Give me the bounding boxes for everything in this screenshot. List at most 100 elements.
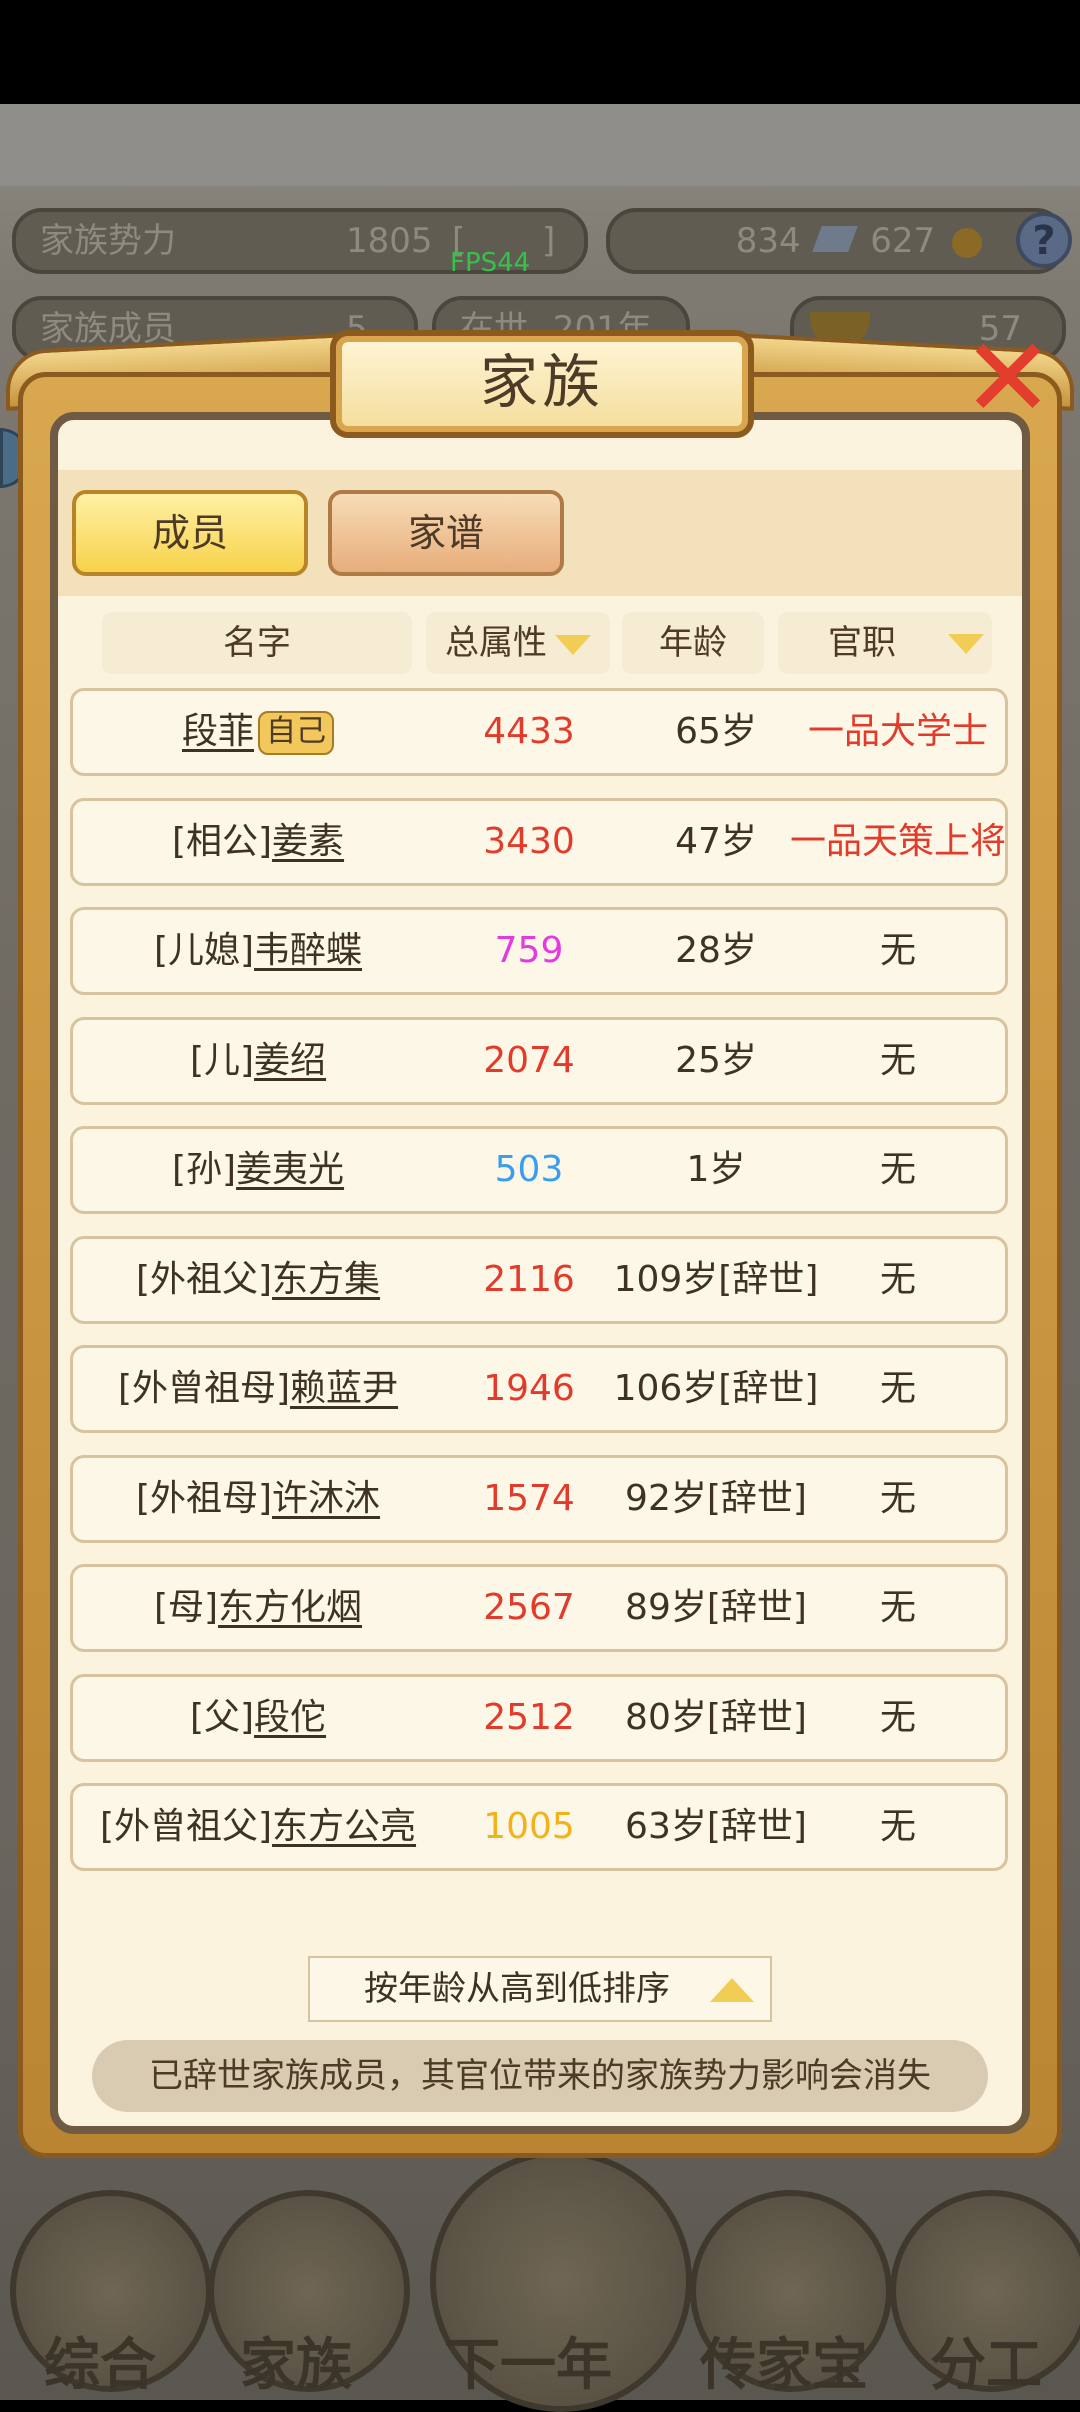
silver-icon [812,226,859,252]
member-name-cell: [儿]姜绍 [73,1020,443,1102]
member-attr: 2074 [483,1039,575,1081]
member-row[interactable]: [外曾祖母]赖蓝尹 1946 106岁[辞世] 无 [70,1345,1008,1433]
member-name-link[interactable]: 韦醉蝶 [254,930,362,971]
top-band [0,104,1080,186]
member-row[interactable]: [儿媳]韦醉蝶 759 28岁无 [70,907,1008,995]
member-row[interactable]: [父]段佗 2512 80岁[辞世] 无 [70,1673,1008,1762]
member-name-link[interactable]: 许沐沐 [272,1478,380,1519]
member-name-link[interactable]: 姜夷光 [236,1149,344,1190]
office-filter-icon [948,634,984,654]
member-attr: 2567 [483,1587,575,1628]
member-office: 无 [879,930,916,971]
member-attr: 759 [494,930,564,971]
member-name-link[interactable]: 赖蓝尹 [290,1368,398,1409]
member-attr: 1946 [483,1368,575,1409]
header-attr[interactable]: 总属性 [426,612,610,674]
member-relation: [父] [189,1696,255,1738]
member-office: 无 [879,1149,916,1190]
member-name-link[interactable]: 东方集 [272,1259,380,1300]
member-office: 一品大学士 [807,711,988,752]
member-attr: 2116 [483,1258,575,1300]
member-relation: [儿媳] [153,930,255,971]
member-office: 一品天策上将 [789,820,1006,862]
member-office: 无 [879,1696,916,1738]
member-row[interactable]: [外曾祖父]东方公亮 1005 63岁[辞世] 无 [70,1783,1008,1871]
member-office: 无 [879,1039,916,1081]
sort-desc-icon [555,634,591,655]
member-relation: [儿] [189,1039,255,1081]
sort-asc-icon [710,1978,754,2002]
member-name-cell: [母]东方化烟 [73,1567,443,1649]
header-age-label: 年龄 [659,623,727,663]
member-name-link[interactable]: 姜素 [272,821,344,862]
member-name-link[interactable]: 段菲 [182,711,254,752]
header-attr-label: 总属性 [445,623,547,663]
coin-icon [952,227,982,258]
member-row[interactable]: 段菲 自己 4433 65岁 一品大学士 [70,688,1008,776]
member-name-cell: [儿媳]韦醉蝶 [73,910,443,992]
member-relation: [相公] [171,820,273,862]
modal-title: 家族 [330,330,754,438]
member-name-cell: 段菲 自己 [73,691,443,773]
member-name-link[interactable]: 东方公亮 [272,1806,416,1847]
header-office-label: 官职 [828,623,896,663]
member-name-link[interactable]: 段佗 [254,1697,326,1738]
member-name-cell: [外曾祖母]赖蓝尹 [73,1348,443,1430]
tab-members[interactable]: 成员 [72,490,308,576]
nav-label-family[interactable]: 家族 [240,2320,352,2401]
family-power-label: 家族势力 [40,221,176,261]
family-power-bracket-close: ] [542,221,556,261]
family-power-value: 1805 [346,221,433,261]
header-office[interactable]: 官职 [778,612,992,674]
tab-family-tree[interactable]: 家谱 [328,490,564,576]
member-name-link[interactable]: 姜绍 [254,1040,326,1081]
member-relation: [外曾祖父] [99,1806,273,1847]
fps-counter: FPS44 [450,248,531,278]
header-name[interactable]: 名字 [102,612,412,674]
member-attr: 2512 [483,1696,575,1738]
member-attr: 3430 [483,820,575,862]
nav-label-general[interactable]: 综合 [44,2320,156,2401]
nav-label-next-year[interactable]: 下一年 [444,2320,612,2401]
currency-b: 627 [870,221,936,261]
member-office: 无 [879,1587,916,1628]
member-relation: [外曾祖母] [117,1368,291,1409]
member-office: 无 [879,1806,916,1847]
member-name-cell: [外祖父]东方集 [73,1239,443,1321]
member-name-cell: [外祖母]许沐沐 [73,1458,443,1540]
help-button[interactable]: ? [1016,212,1072,268]
member-row[interactable]: [孙]姜夷光 503 1岁无 [70,1126,1008,1214]
member-relation: [外祖父] [135,1258,273,1300]
close-button[interactable]: ✕ [958,323,1058,433]
member-name-cell: [父]段佗 [73,1677,443,1759]
member-row[interactable]: [儿]姜绍 2074 25岁无 [70,1016,1008,1105]
member-relation: [外祖母] [135,1477,273,1519]
sort-by-age-button[interactable]: 按年龄从高到低排序 [308,1956,772,2022]
self-badge: 自己 [258,711,334,755]
currency-a: 834 [735,221,801,261]
status-bar [0,0,1080,104]
member-row[interactable]: [外祖父]东方集 2116 109岁[辞世] 无 [70,1235,1008,1324]
currency-pill: 834 627 [606,208,1066,274]
member-relation: [孙] [171,1149,237,1190]
deceased-notice: 已辞世家族成员，其官位带来的家族势力影响会消失 [92,2040,988,2112]
header-name-label: 名字 [223,623,291,663]
nav-label-division[interactable]: 分工 [930,2320,1042,2401]
member-row[interactable]: [母]东方化烟 2567 89岁[辞世] 无 [70,1564,1008,1652]
member-attr: 1005 [483,1806,575,1847]
member-name-cell: [孙]姜夷光 [73,1129,443,1211]
nav-label-heirloom[interactable]: 传家宝 [700,2320,868,2401]
member-relation: [母] [153,1587,219,1628]
member-name-cell: [相公]姜素 [73,801,443,883]
sort-button-label: 按年龄从高到低排序 [364,1969,670,2009]
member-attr: 503 [494,1149,564,1190]
member-row[interactable]: [外祖母]许沐沐 1574 92岁[辞世] 无 [70,1454,1008,1543]
member-office: 无 [879,1477,916,1519]
member-office: 无 [879,1368,916,1409]
member-row[interactable]: [相公]姜素 3430 47岁 一品天策上将 [70,797,1008,886]
header-age[interactable]: 年龄 [622,612,764,674]
member-name-link[interactable]: 东方化烟 [218,1587,362,1628]
member-attr: 1574 [483,1477,575,1519]
member-name-cell: [外曾祖父]东方公亮 [73,1786,443,1868]
member-office: 无 [879,1258,916,1300]
